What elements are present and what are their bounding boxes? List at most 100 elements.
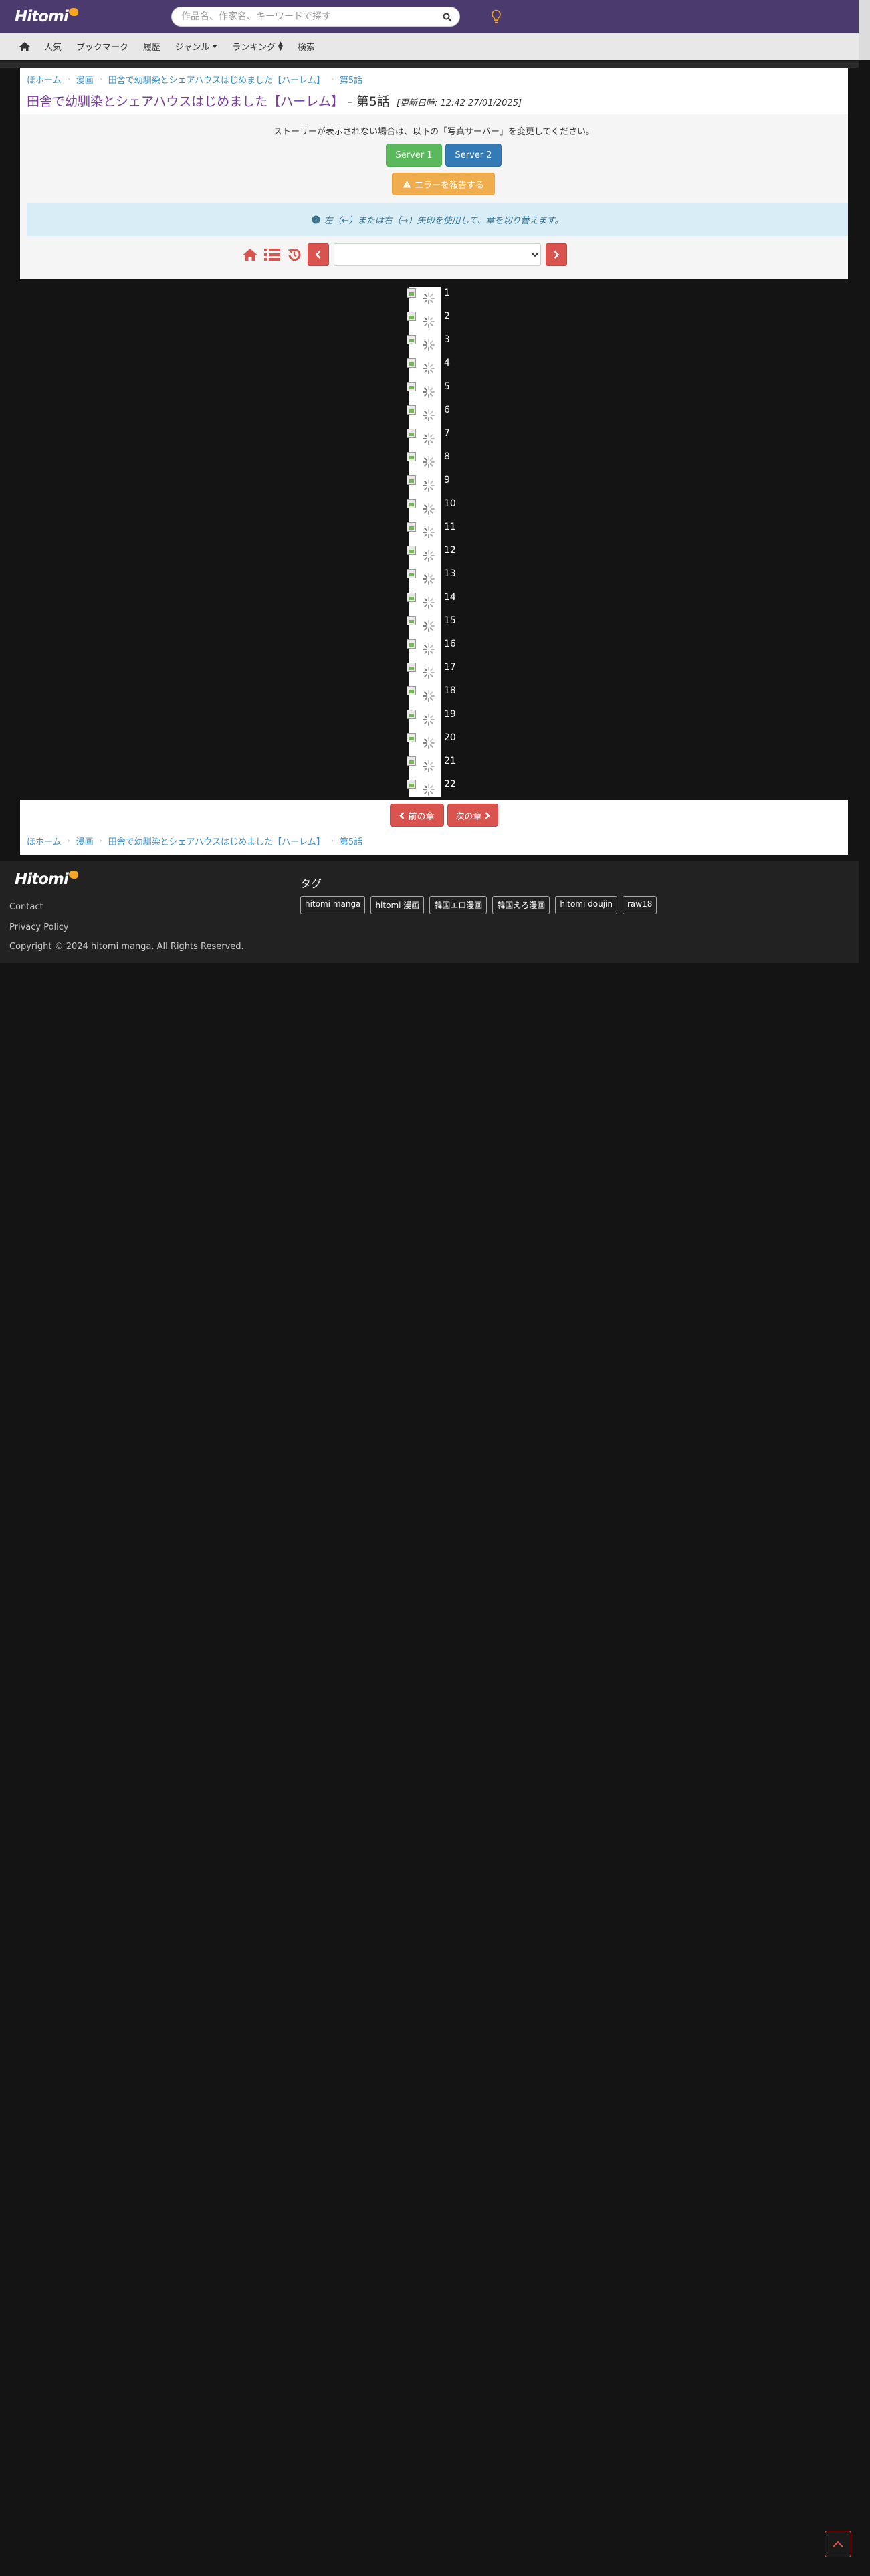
page-image [407,616,416,625]
loading-spinner-icon [421,478,436,493]
breadcrumb-home[interactable]: ほホーム [27,835,62,847]
loading-spinner-icon [421,689,436,704]
tag-link[interactable]: 韓国えろ漫画 [492,896,550,914]
page-number: 14 [444,592,456,603]
page-number: 4 [444,358,450,368]
breadcrumb-home[interactable]: ほホーム [27,73,62,86]
reader-toolbar [241,243,567,266]
reader-panel: ほホーム › 漫画 › 田舎で幼馴染とシェアハウスはじめました【ハーレム】 › … [20,68,848,279]
tag-link[interactable]: hitomi manga [300,896,366,914]
breadcrumb-chapter[interactable]: 第5話 [340,835,362,847]
page-item: 16 [407,638,473,661]
server2-button[interactable]: Server 2 [445,144,502,167]
breadcrumb-bottom: ほホーム › 漫画 › 田舎で幼馴染とシェアハウスはじめました【ハーレム】 › … [27,835,362,847]
nav-ranking[interactable]: ランキング ▲ ▼ [232,40,283,53]
loading-spinner-icon [421,619,436,633]
next-chapter-button[interactable] [546,243,567,266]
loading-spinner-icon [421,712,436,727]
report-error-label: エラーを報告する [414,180,484,191]
loading-spinner-icon [421,572,436,586]
history-icon[interactable] [286,246,303,263]
breadcrumb-separator: › [99,837,102,845]
chapter-navigation: 前の章 次の章 [390,804,498,827]
page-item: 15 [407,615,473,638]
nav-bookmarks[interactable]: ブックマーク [76,40,128,53]
breadcrumb-category[interactable]: 漫画 [76,835,94,847]
page-image [407,686,416,695]
logo-mark [68,8,78,16]
scrollbar[interactable] [859,0,870,60]
page-number: 8 [444,451,450,462]
tag-link[interactable]: raw18 [622,896,657,914]
page-image [407,639,416,649]
info-text: 左（←）または右（→）矢印を使用して、章を切り替えます。 [324,215,564,226]
home-icon[interactable] [19,41,31,52]
page-number: 21 [444,756,456,766]
nav-ranking-label: ランキング [232,43,276,53]
chapter-select[interactable] [334,243,541,266]
nav-search[interactable]: 検索 [298,40,315,53]
breadcrumb-separator: › [330,837,334,845]
page-number: 15 [444,615,456,626]
server-note: ストーリーが表示されない場合は、以下の「写真サーバー」を変更してください。 [273,127,595,137]
prev-chapter-bottom-button[interactable]: 前の章 [390,804,444,827]
server-buttons: Server 1 Server 2 [386,144,502,167]
tag-link[interactable]: hitomi doujin [555,896,617,914]
tag-link[interactable]: hitomi 漫画 [370,896,425,914]
breadcrumb-separator: › [99,76,102,83]
privacy-link[interactable]: Privacy Policy [9,922,69,932]
page-number: 22 [444,779,456,790]
tag-link[interactable]: 韓国エロ漫画 [429,896,487,914]
list-icon[interactable] [263,246,281,263]
nav-genre[interactable]: ジャンル [175,40,218,53]
page-item: 22 [407,778,473,802]
loading-spinner-icon [421,642,436,657]
page-item: 7 [407,427,473,451]
tag-list: hitomi manga hitomi 漫画 韓国エロ漫画 韓国えろ漫画 hit… [300,896,662,914]
footer-logo[interactable]: Hitomi [15,871,78,888]
loading-spinner-icon [421,665,436,680]
loading-spinner-icon [421,782,436,797]
loading-spinner-icon [421,736,436,750]
page-number: 3 [444,334,450,345]
report-error-button[interactable]: エラーを報告する [392,173,495,195]
next-chapter-bottom-button[interactable]: 次の章 [447,804,498,827]
breadcrumb-series[interactable]: 田舎で幼馴染とシェアハウスはじめました【ハーレム】 [108,835,325,847]
scroll-to-top-button[interactable] [825,2531,851,2557]
contact-link[interactable]: Contact [9,902,43,912]
lightbulb-icon[interactable] [490,8,502,25]
page-item: 5 [407,381,473,404]
nav-popular[interactable]: 人気 [44,40,62,53]
updated-time: [更新日時: 12:42 27/01/2025] [396,98,522,108]
main-nav: 人気 ブックマーク 履歴 ジャンル ランキング ▲ ▼ 検索 [0,33,859,60]
series-title[interactable]: 田舎で幼馴染とシェアハウスはじめました【ハーレム】 [27,92,344,110]
info-alert: 左（←）または右（→）矢印を使用して、章を切り替えます。 [27,203,848,236]
page-item: 3 [407,334,473,357]
page-item: 11 [407,521,473,544]
bottom-panel: 前の章 次の章 ほホーム › 漫画 › 田舎で幼馴染とシェアハウスはじめました【… [20,800,848,855]
search-icon[interactable] [441,11,454,24]
page-item: 8 [407,451,473,474]
page-image [407,429,416,438]
page-number: 11 [444,522,456,532]
chevron-right-icon [485,811,490,819]
page-item: 6 [407,404,473,427]
loading-spinner-icon [421,385,436,399]
server1-button[interactable]: Server 1 [386,144,442,167]
home-icon[interactable] [241,246,259,263]
page-image [407,710,416,719]
breadcrumb-chapter[interactable]: 第5話 [340,73,362,86]
page-image [407,522,416,532]
prev-chapter-button[interactable] [308,243,329,266]
breadcrumb-series[interactable]: 田舎で幼馴染とシェアハウスはじめました【ハーレム】 [108,73,325,86]
site-logo[interactable]: Hitomi [15,5,78,28]
search-input[interactable] [172,7,426,26]
loading-spinner-icon [421,431,436,446]
page-number: 19 [444,709,456,720]
search-box [171,7,460,27]
tags-heading: タグ [300,877,322,890]
breadcrumb-category[interactable]: 漫画 [76,73,94,86]
page-item: 13 [407,568,473,591]
nav-history[interactable]: 履歴 [143,40,160,53]
loading-spinner-icon [421,595,436,610]
